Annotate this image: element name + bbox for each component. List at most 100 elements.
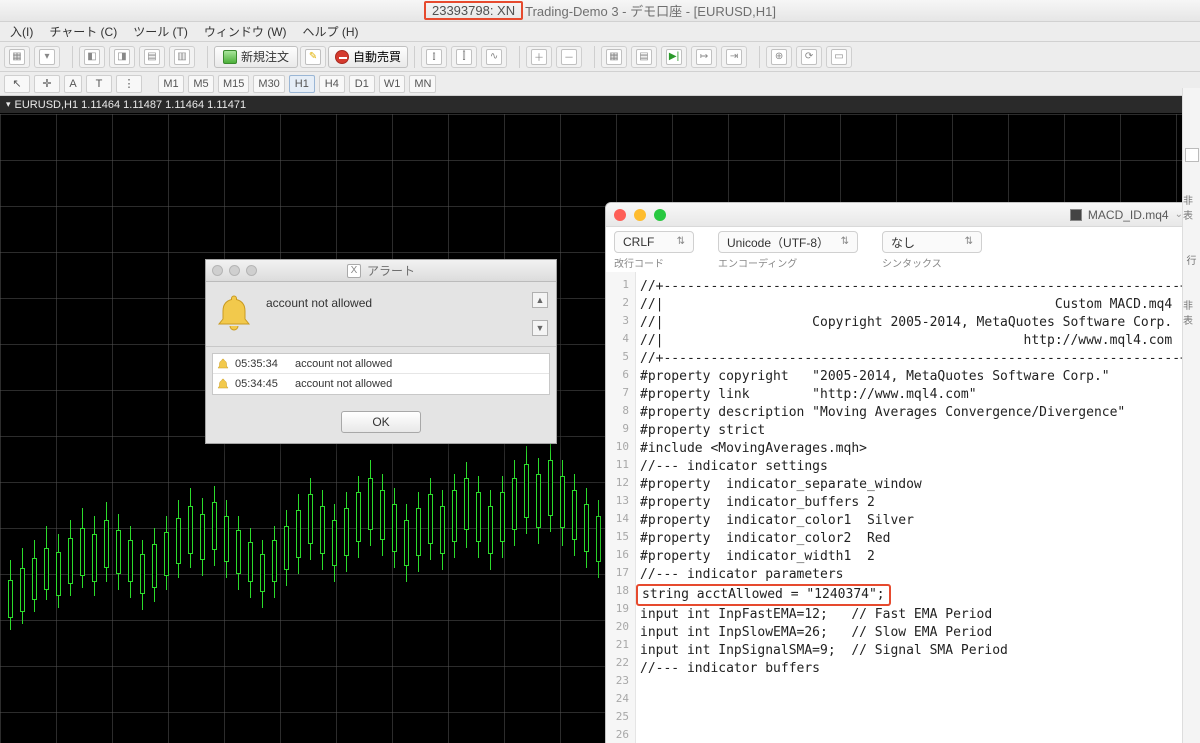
alert-row[interactable]: 05:34:45account not allowed — [213, 374, 549, 394]
text-label-icon[interactable]: A — [64, 75, 82, 93]
menu-insert[interactable]: 入(I) — [10, 23, 33, 40]
new-order-label: 新規注文 — [241, 48, 289, 65]
to-end-icon[interactable]: ▶| — [661, 46, 687, 68]
editor-body[interactable]: 1234567891011121314151617181920212223242… — [606, 272, 1191, 743]
line-number-gutter: 1234567891011121314151617181920212223242… — [606, 272, 636, 743]
alert-list: 05:35:34account not allowed05:34:45accou… — [212, 353, 550, 395]
code-line[interactable]: #include <MovingAverages.mqh> — [640, 440, 1183, 458]
code-line[interactable]: #property indicator_separate_window — [640, 476, 1183, 494]
alert-minimize-icon[interactable] — [229, 265, 240, 276]
code-line[interactable]: #property indicator_color1 Silver — [640, 512, 1183, 530]
chart-area[interactable]: X アラート account not allowed ▲ ▼ 05:35:34a… — [0, 114, 1200, 743]
code-line[interactable]: //+-------------------------------------… — [640, 350, 1183, 368]
text-icon[interactable]: T — [86, 75, 112, 93]
scroll-up-icon[interactable]: ▲ — [532, 292, 548, 308]
new-order-button[interactable]: 新規注文 — [214, 46, 298, 68]
zoom-out-icon[interactable]: － — [556, 46, 582, 68]
code-line[interactable]: //--- indicator parameters — [640, 566, 1183, 584]
side-label-2[interactable]: 行 — [1187, 252, 1197, 267]
code-line[interactable]: #property indicator_buffers 2 — [640, 494, 1183, 512]
tile-icon[interactable]: ▦ — [601, 46, 627, 68]
menu-window[interactable]: ウィンドウ (W) — [204, 23, 287, 40]
side-drawer-icon[interactable] — [1185, 148, 1199, 162]
code-line[interactable]: #property description "Moving Averages C… — [640, 404, 1183, 422]
code-line[interactable]: //--- indicator buffers — [640, 660, 1183, 678]
timeframe-d1[interactable]: D1 — [349, 75, 375, 93]
indicator-list-icon[interactable]: ▤ — [631, 46, 657, 68]
timeframe-mn[interactable]: MN — [409, 75, 436, 93]
side-label-3[interactable]: 非表 — [1183, 297, 1200, 327]
scroll-down-icon[interactable]: ▼ — [532, 320, 548, 336]
metaeditor-icon[interactable]: ✎ — [300, 46, 326, 68]
alert-title-label: アラート — [367, 262, 415, 279]
code-line[interactable]: input int InpSignalSMA=9; // Signal SMA … — [640, 642, 1183, 660]
timeframe-h1[interactable]: H1 — [289, 75, 315, 93]
encoding-select[interactable]: Unicode（UTF-8）⇅ — [718, 231, 858, 253]
code-line[interactable]: input int InpSlowEMA=26; // Slow EMA Per… — [640, 624, 1183, 642]
crosshair-icon[interactable]: ✛ — [34, 75, 60, 93]
chart-shift-icon[interactable]: ⇥ — [721, 46, 747, 68]
syntax-select[interactable]: なし⇅ — [882, 231, 982, 253]
indicators-icon[interactable]: ⊕ — [766, 46, 792, 68]
new-chart-icon[interactable]: ▦ — [4, 46, 30, 68]
menu-chart[interactable]: チャート (C) — [49, 23, 117, 40]
timeframe-m30[interactable]: M30 — [253, 75, 284, 93]
alert-window-buttons[interactable] — [212, 265, 257, 276]
terminal-icon[interactable]: ▤ — [139, 46, 165, 68]
alert-zoom-icon[interactable] — [246, 265, 257, 276]
cursor-icon[interactable]: ↖ — [4, 75, 30, 93]
code-line[interactable]: #property indicator_width1 2 — [640, 548, 1183, 566]
editor-encoding-bar: CRLF⇅ 改行コード Unicode（UTF-8）⇅ エンコーディング なし⇅… — [606, 227, 1191, 272]
close-icon[interactable] — [614, 209, 626, 221]
candle-chart-icon[interactable]: ⫿ — [451, 46, 477, 68]
market-watch-icon[interactable]: ◧ — [79, 46, 105, 68]
code-line[interactable]: //| http://www.mql4.com | — [640, 332, 1183, 350]
code-line[interactable]: #property indicator_color2 Red — [640, 530, 1183, 548]
alert-close-icon[interactable] — [212, 265, 223, 276]
alert-title-bar[interactable]: X アラート — [206, 260, 556, 282]
ok-button[interactable]: OK — [341, 411, 421, 433]
code-line[interactable]: #property strict — [640, 422, 1183, 440]
timeframe-h4[interactable]: H4 — [319, 75, 345, 93]
code-line[interactable]: //| Copyright 2005-2014, MetaQuotes Soft… — [640, 314, 1183, 332]
document-icon — [1070, 209, 1082, 221]
profiles-icon[interactable]: ▾ — [34, 46, 60, 68]
timeframe-m1[interactable]: M1 — [158, 75, 184, 93]
linebreak-select[interactable]: CRLF⇅ — [614, 231, 694, 253]
minimize-icon[interactable] — [634, 209, 646, 221]
navigator-icon[interactable]: ◨ — [109, 46, 135, 68]
menu-bar: 入(I) チャート (C) ツール (T) ウィンドウ (W) ヘルプ (H) — [0, 22, 1200, 42]
templates-icon[interactable]: ▭ — [826, 46, 852, 68]
code-line[interactable]: input int InpFastEMA=12; // Fast EMA Per… — [640, 606, 1183, 624]
line-chart-icon[interactable]: ∿ — [481, 46, 507, 68]
chart-tab-strip: ▾ EURUSD,H1 1.11464 1.11487 1.11464 1.11… — [0, 96, 1200, 114]
editor-title-bar[interactable]: MACD_ID.mq4 ⌄ — [606, 203, 1191, 227]
objects-icon[interactable]: ⋮ — [116, 75, 142, 93]
autoscroll-icon[interactable]: ↦ — [691, 46, 717, 68]
tester-icon[interactable]: ▥ — [169, 46, 195, 68]
zoom-icon[interactable] — [654, 209, 666, 221]
timeframe-m15[interactable]: M15 — [218, 75, 249, 93]
autotrade-button[interactable]: 自動売買 — [328, 46, 408, 68]
timeframe-m5[interactable]: M5 — [188, 75, 214, 93]
traffic-lights[interactable] — [614, 209, 666, 221]
editor-filename: MACD_ID.mq4 — [1088, 208, 1169, 222]
code-editor-window: MACD_ID.mq4 ⌄ CRLF⇅ 改行コード Unicode（UTF-8）… — [605, 202, 1192, 743]
code-line[interactable]: #property copyright "2005-2014, MetaQuot… — [640, 368, 1183, 386]
alert-row[interactable]: 05:35:34account not allowed — [213, 354, 549, 374]
menu-help[interactable]: ヘルプ (H) — [303, 23, 359, 40]
timeframe-w1[interactable]: W1 — [379, 75, 406, 93]
periods-icon[interactable]: ⟳ — [796, 46, 822, 68]
bar-chart-icon[interactable]: ⫾ — [421, 46, 447, 68]
code-line[interactable]: //+-------------------------------------… — [640, 278, 1183, 296]
toolbar-separator — [72, 46, 73, 68]
side-label-1[interactable]: 非表 — [1183, 192, 1200, 222]
menu-tool[interactable]: ツール (T) — [133, 23, 188, 40]
code-line[interactable]: string acctAllowed = "1240374"; — [640, 584, 1183, 606]
zoom-in-icon[interactable]: ＋ — [526, 46, 552, 68]
bell-icon — [214, 292, 254, 336]
code-line[interactable]: #property link "http://www.mql4.com" — [640, 386, 1183, 404]
code-line[interactable]: //--- indicator settings — [640, 458, 1183, 476]
code-content[interactable]: //+-------------------------------------… — [640, 278, 1183, 678]
code-line[interactable]: //| Custom MACD.mq4 | — [640, 296, 1183, 314]
